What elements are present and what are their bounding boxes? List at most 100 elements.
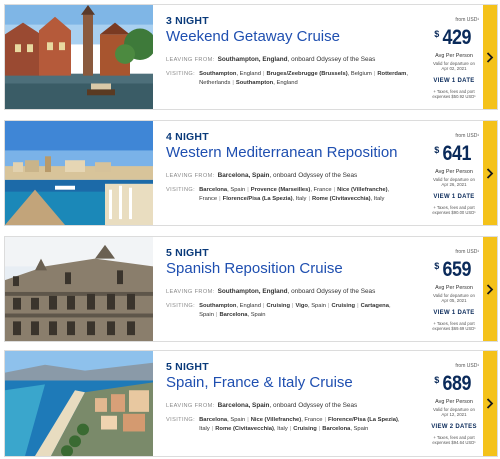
price-panel: from USD¹ $641 Avg Per Person Valid for … — [425, 121, 483, 225]
price-amount: $689 — [425, 372, 483, 396]
open-cruise-button[interactable] — [483, 5, 497, 109]
port-separator: | — [215, 312, 218, 318]
cruise-info: 4 NIGHT Western Mediterranean Reposition… — [153, 121, 425, 225]
port-name: Cartagena — [360, 303, 389, 309]
view-dates-link[interactable]: VIEW 2 DATES — [425, 424, 483, 430]
taxes-amount: expenses $94.64 USD¹ — [432, 440, 476, 446]
port-name: Nice (Villefranche) — [337, 187, 388, 193]
port-name: Southampton — [235, 80, 274, 86]
price-value: 659 — [442, 258, 472, 281]
price-value: 689 — [442, 372, 472, 395]
port-separator: | — [308, 196, 310, 202]
price-value: 641 — [442, 142, 472, 165]
port-name: Southampton — [199, 71, 237, 77]
port-list: Barcelona, Spain | Nice (Villefranche), Fr… — [199, 416, 417, 434]
cruise-results-list: 3 NIGHT Weekend Getaway Cruise LEAVING F… — [0, 0, 500, 459]
chevron-right-icon — [486, 167, 494, 179]
port-name: Rome (Civitavecchia) — [311, 196, 371, 202]
cruise-info: 3 NIGHT Weekend Getaway Cruise LEAVING F… — [153, 5, 425, 109]
leaving-from: LEAVING FROM: Southampton, England, onboa… — [166, 287, 417, 297]
cruise-card[interactable]: 5 NIGHT Spain, France & Italy Cruise LEA… — [4, 350, 498, 457]
port-separator: | — [357, 303, 359, 309]
open-cruise-button[interactable] — [483, 351, 497, 456]
taxes-note: + Taxes, fees and port expenses $90.00 U… — [425, 205, 483, 215]
open-cruise-button[interactable] — [483, 121, 497, 225]
port-name: Barcelona — [219, 312, 248, 318]
port-separator: | — [247, 417, 249, 423]
view-dates-link[interactable]: VIEW 1 DATE — [425, 194, 483, 200]
leaving-port: Barcelona, Spain — [217, 402, 270, 409]
marseille-harbor-photo[interactable] — [5, 121, 153, 225]
cruise-title[interactable]: Western Mediterranean Reposition — [166, 144, 417, 161]
cruise-title[interactable]: Spain, France & Italy Cruise — [166, 374, 417, 391]
valid-departure: Valid for departure on Apr 02, 2021 — [425, 61, 483, 72]
cruise-card[interactable]: 5 NIGHT Spanish Reposition Cruise LEAVIN… — [4, 236, 498, 342]
view-dates-link[interactable]: VIEW 1 DATE — [425, 78, 483, 84]
cruise-info: 5 NIGHT Spain, France & Italy Cruise LEA… — [153, 351, 425, 456]
currency-symbol: $ — [434, 375, 440, 385]
port-country: , England — [273, 80, 298, 86]
visiting-ports: VISITING: Southampton, England | Bruges/Ze… — [166, 70, 417, 88]
port-country: , England — [236, 303, 261, 309]
cruise-card[interactable]: 3 NIGHT Weekend Getaway Cruise LEAVING F… — [4, 4, 498, 110]
port-list: Southampton, England | Bruges/Zeebrugge (B… — [199, 70, 417, 88]
spanish-building-photo[interactable] — [5, 237, 153, 341]
port-name: Florence/Pisa (La Spezia) — [222, 196, 293, 202]
nice-coastline-photo[interactable] — [5, 351, 153, 456]
taxes-note: + Taxes, fees and port expenses $50.92 U… — [425, 89, 483, 99]
port-name: Southampton — [199, 303, 237, 309]
per-person-label: Avg Per Person — [435, 399, 473, 405]
leaving-label: LEAVING FROM: — [166, 403, 215, 409]
chevron-right-icon — [486, 283, 494, 295]
cruise-card[interactable]: 4 NIGHT Western Mediterranean Reposition… — [4, 120, 498, 226]
valid-date: Apr 05, 2021 — [441, 298, 467, 304]
cruise-nights: 5 NIGHT — [166, 247, 209, 259]
port-separator: | — [219, 196, 221, 202]
cruise-nights: 3 NIGHT — [166, 15, 209, 27]
port-separator: | — [247, 187, 249, 193]
port-country: , France — [301, 417, 323, 423]
open-cruise-button[interactable] — [483, 237, 497, 341]
cruise-title[interactable]: Weekend Getaway Cruise — [166, 28, 417, 45]
port-separator: | — [318, 426, 321, 432]
port-country: , Spain — [350, 426, 369, 432]
leaving-ship: , onboard Odyssey of the Seas — [269, 172, 358, 179]
port-country: , Italy — [292, 196, 307, 202]
visiting-label: VISITING: — [166, 417, 196, 423]
taxes-amount: expenses $69.69 USD¹ — [432, 326, 476, 332]
cruise-title[interactable]: Spanish Reposition Cruise — [166, 260, 417, 277]
bruges-canal-photo[interactable] — [5, 5, 153, 109]
visiting-ports: VISITING: Barcelona, Spain | Nice (Villefr… — [166, 416, 417, 434]
port-separator: | — [373, 71, 376, 77]
view-dates-link[interactable]: VIEW 1 DATE — [425, 310, 483, 316]
valid-date: Apr 12, 2021 — [441, 412, 467, 418]
port-separator: | — [289, 426, 292, 432]
port-country: , Italy — [370, 196, 385, 202]
port-separator: | — [333, 187, 336, 193]
leaving-label: LEAVING FROM: — [166, 173, 215, 179]
currency-symbol: $ — [434, 145, 440, 155]
port-separator: | — [291, 303, 294, 309]
port-separator: | — [262, 71, 265, 77]
cruise-nights: 5 NIGHT — [166, 361, 209, 373]
price-panel: from USD¹ $659 Avg Per Person Valid for … — [425, 237, 483, 341]
port-separator: | — [262, 303, 265, 309]
port-separator: | — [211, 426, 214, 432]
price-value: 429 — [442, 26, 472, 49]
valid-departure: Valid for departure on Apr 26, 2021 — [425, 177, 483, 188]
leaving-from: LEAVING FROM: Southampton, England, onboa… — [166, 55, 417, 65]
leaving-port: Barcelona, Spain — [217, 172, 270, 179]
leaving-ship: , onboard Odyssey of the Seas — [269, 402, 358, 409]
port-country: , Spain — [307, 303, 327, 309]
port-name: Vigo — [295, 303, 308, 309]
port-name: Barcelona — [199, 187, 228, 193]
from-label: from USD¹ — [455, 133, 479, 139]
taxes-amount: expenses $50.92 USD¹ — [432, 94, 476, 100]
port-country: , Italy — [273, 426, 288, 432]
port-name: Cruising — [266, 303, 290, 309]
per-person-label: Avg Per Person — [435, 53, 473, 59]
valid-date: Apr 02, 2021 — [441, 66, 467, 72]
from-label: from USD¹ — [455, 249, 479, 255]
cruise-nights: 4 NIGHT — [166, 131, 209, 143]
valid-departure: Valid for departure on Apr 12, 2021 — [425, 407, 483, 418]
